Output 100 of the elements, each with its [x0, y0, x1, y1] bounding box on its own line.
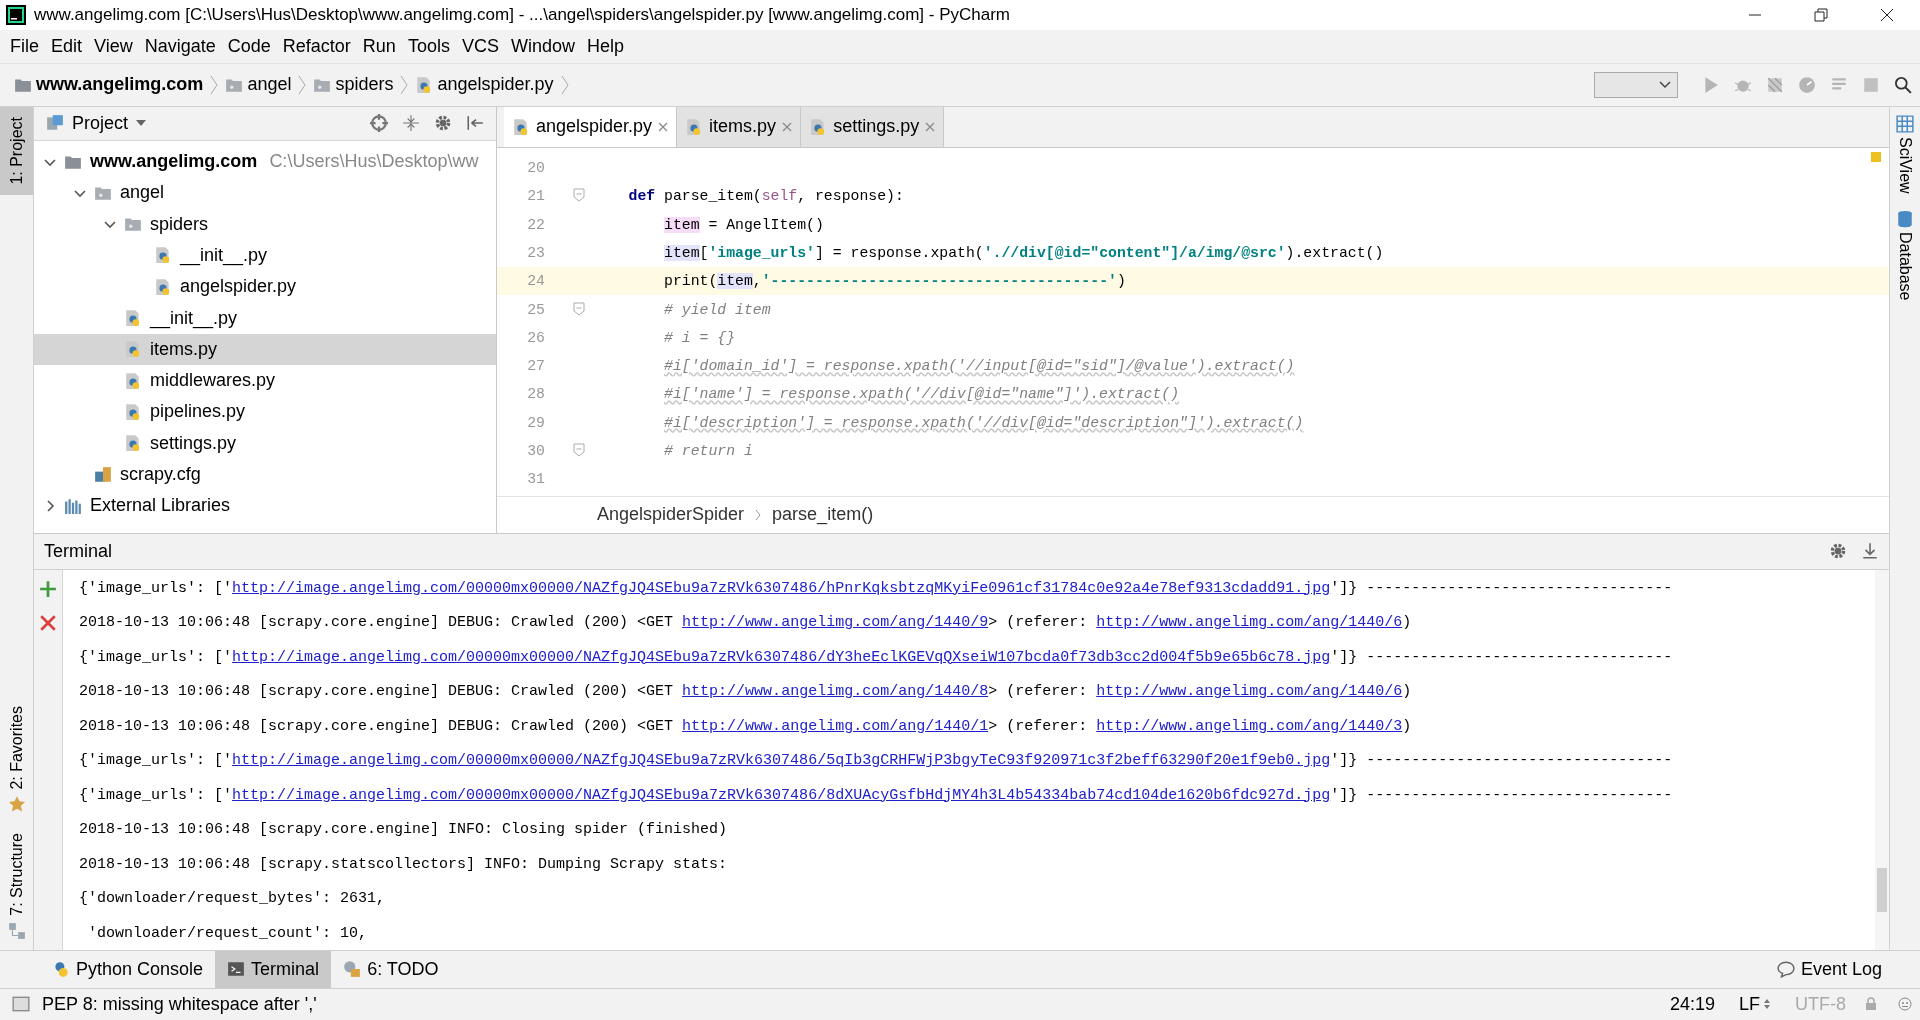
tree-item[interactable]: angelspider.py — [34, 271, 496, 303]
breadcrumb-item[interactable]: parse_item() — [772, 504, 874, 526]
run-icon[interactable] — [1702, 76, 1720, 94]
caret-position[interactable]: 24:19 — [1663, 993, 1721, 1015]
tree-item[interactable]: settings.py — [34, 427, 496, 459]
url-link[interactable]: http://www.angelimg.com/ang/1440/3 — [1096, 717, 1403, 735]
menu-item[interactable]: Tools — [401, 36, 456, 58]
line-separator-selector[interactable]: LF — [1733, 993, 1777, 1015]
code-line: # return i — [663, 443, 753, 459]
collapse-icon[interactable] — [402, 114, 420, 133]
event-log-button[interactable]: Event Log — [1776, 958, 1920, 980]
terminal-text: > (referer: — [988, 717, 1089, 735]
line-number: 31 — [526, 471, 546, 488]
run-config-dropdown[interactable] — [1594, 72, 1678, 98]
menu-item[interactable]: Code — [221, 36, 277, 58]
code-line: #i['description'] = response.xpath('//div[@id="description"]').extract() — [663, 414, 1304, 431]
settings-icon[interactable] — [434, 114, 452, 133]
breadcrumb-item[interactable]: www.angelimg.com — [36, 74, 204, 96]
tool-window-tab[interactable]: 1: Project — [0, 106, 33, 195]
close-icon[interactable] — [39, 613, 57, 632]
url-link[interactable]: http://www.angelimg.com/ang/1440/6 — [1096, 683, 1403, 701]
tool-window-button[interactable]: Python Console — [40, 950, 216, 988]
terminal-text: {'downloader/request_bytes': 2631, — [79, 890, 386, 908]
line-number: 22 — [526, 216, 546, 233]
tree-item[interactable]: spiders — [34, 208, 496, 240]
tool-window-tab[interactable]: 7: Structure — [0, 823, 33, 950]
tool-window-button[interactable]: 6: TODO — [331, 950, 451, 988]
panel-title: Terminal — [44, 540, 113, 562]
search-icon[interactable] — [1894, 76, 1912, 94]
fold-marker-icon[interactable] — [573, 443, 585, 457]
plus-icon[interactable] — [39, 579, 57, 598]
url-link[interactable]: http://image.angelimg.com/00000mx00000/NAZfgJQ4SEbu9a7zRVk6307486/hPnrKqksbtzqMKyiFe0961cf31784c0e92a4e78ef9313cdadd91.jpg — [232, 579, 1331, 597]
crosshair-icon[interactable] — [370, 114, 388, 133]
menu-item[interactable]: VCS — [455, 36, 505, 58]
code-line: item = AngelItem() — [663, 216, 824, 233]
tree-item[interactable]: www.angelimg.com C:\Users\Hus\Desktop\ww — [34, 145, 496, 178]
tool-window-tab[interactable]: Database — [1896, 201, 1914, 309]
menu-item[interactable]: Run — [356, 36, 402, 58]
tool-window-tab[interactable]: 2: Favorites — [0, 695, 33, 824]
breadcrumb-item[interactable]: angel — [247, 74, 292, 96]
close-icon[interactable] — [782, 121, 793, 132]
terminal-text: ']} ---------------------------------- — [1330, 579, 1673, 597]
file-tab[interactable]: settings.py — [801, 106, 945, 147]
tree-item[interactable]: angel — [34, 177, 496, 209]
tree-item[interactable]: __init__.py — [34, 239, 496, 272]
close-icon[interactable] — [925, 121, 936, 132]
menu-item[interactable]: Navigate — [138, 36, 222, 58]
line-number: 23 — [526, 244, 546, 261]
tree-item[interactable]: scrapy.cfg — [34, 458, 496, 491]
tree-item[interactable]: External Libraries — [34, 490, 496, 522]
file-tab[interactable]: items.py — [677, 106, 802, 147]
hide-panel-icon[interactable] — [466, 114, 484, 133]
project-view-dropdown[interactable]: Project — [72, 112, 129, 134]
breadcrumb-item[interactable]: AngelspiderSpider — [597, 504, 745, 526]
tree-item[interactable]: items.py — [34, 333, 496, 365]
file-tab[interactable]: angelspider.py — [504, 106, 678, 147]
breadcrumb-item[interactable]: angelspider.py — [437, 74, 554, 96]
tool-window-tab[interactable]: SciView — [1896, 106, 1914, 202]
terminal-text: {'image_urls': [' — [79, 752, 233, 770]
menu-item[interactable]: Edit — [45, 36, 89, 58]
url-link[interactable]: http://image.angelimg.com/00000mx00000/NAZfgJQ4SEbu9a7zRVk6307486/5qIb3gCRHFWjP3bgyTeC93f920971c3f2beff63290f20e1f9eb0.jpg — [232, 752, 1331, 770]
warning-marker-icon — [1871, 151, 1881, 162]
url-link[interactable]: http://www.angelimg.com/ang/1440/1 — [682, 717, 989, 735]
tool-window-button[interactable]: Terminal — [215, 950, 332, 988]
stop-icon[interactable] — [1862, 76, 1880, 94]
menu-item[interactable]: Help — [580, 36, 630, 58]
close-icon[interactable] — [658, 121, 669, 132]
terminal-text: 'downloader/request_count': 10, — [87, 924, 368, 942]
breadcrumb-item[interactable]: spiders — [335, 74, 394, 96]
tree-item[interactable]: __init__.py — [34, 302, 496, 334]
menu-item[interactable]: View — [88, 36, 139, 58]
menu-item[interactable]: Window — [504, 36, 581, 58]
terminal-text: {'image_urls': [' — [79, 786, 233, 804]
url-link[interactable]: http://www.angelimg.com/ang/1440/9 — [682, 614, 989, 632]
chevron-down-icon[interactable] — [104, 218, 116, 231]
menu-item[interactable]: File — [4, 36, 45, 58]
terminal-text: 2018-10-13 10:06:48 [scrapy.core.engine] DEBUG: Crawled (200) <GET — [79, 614, 675, 632]
terminal-text: ) — [1402, 683, 1412, 701]
url-link[interactable]: http://www.angelimg.com/ang/1440/6 — [1096, 614, 1403, 632]
fold-marker-icon[interactable] — [573, 301, 585, 316]
menu-item[interactable]: Refactor — [276, 36, 357, 58]
structure-icon — [7, 921, 26, 940]
chevron-right-icon[interactable] — [44, 499, 56, 512]
inspector-face-icon[interactable] — [1898, 997, 1912, 1012]
fold-marker-icon[interactable] — [573, 188, 585, 203]
tree-item[interactable]: middlewares.py — [34, 365, 496, 397]
scrollbar-thumb[interactable] — [1877, 867, 1887, 912]
settings-icon[interactable] — [1829, 542, 1847, 561]
caret-icon[interactable] — [136, 120, 147, 127]
hide-panel-icon[interactable] — [1861, 542, 1879, 561]
tree-item[interactable]: pipelines.py — [34, 396, 496, 428]
folder-icon — [124, 215, 142, 234]
code-line: #i['domain_id'] = response.xpath('//input[@id="sid"]/@value').extract() — [663, 358, 1295, 375]
panel-toggle-icon[interactable] — [12, 995, 30, 1014]
folder-icon — [225, 76, 244, 94]
url-link[interactable]: http://www.angelimg.com/ang/1440/8 — [682, 683, 989, 701]
line-number: 25 — [526, 301, 546, 318]
lock-icon[interactable] — [1864, 997, 1878, 1012]
url-link[interactable]: http://image.angelimg.com/00000mx00000/NAZfgJQ4SEbu9a7zRVk6307486/8dXUAcyGsfbHdjMY4h3L4b54334bab74cd104de1620b6fdc927d.jpg — [232, 786, 1331, 804]
url-link[interactable]: http://image.angelimg.com/00000mx00000/NAZfgJQ4SEbu9a7zRVk6307486/dY3heEclKGEVqQXseiW107bcda0f73db3cc2d004f5b9e65b6c78.jpg — [232, 648, 1331, 666]
